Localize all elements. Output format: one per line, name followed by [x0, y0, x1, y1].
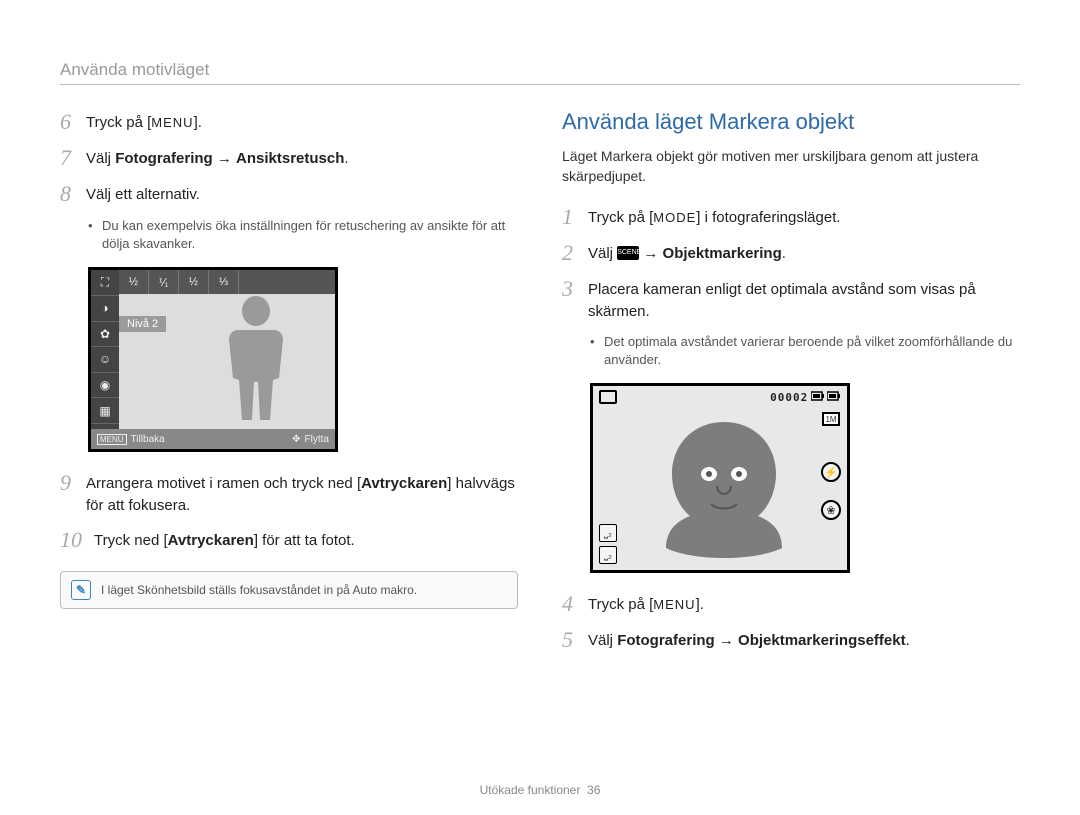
step-9: 9 Arrangera motivet i ramen och tryck ne… [60, 470, 518, 517]
two-column-layout: 6 Tryck på [MENU]. 7 Välj Fotografering … [60, 109, 1020, 663]
step-text: Tryck ned [Avtryckaren] för att ta fotot… [94, 527, 355, 552]
lcd-left-sidebar: ⛶ ◑ ✿ ☺ ◉ ▦ ✋ [91, 270, 119, 449]
section-intro: Läget Markera objekt gör motiven mer urs… [562, 147, 1020, 186]
step-6: 6 Tryck på [MENU]. [60, 109, 518, 135]
bullet-dot: • [88, 217, 102, 253]
move-label: Flytta [305, 434, 329, 445]
step-4: 4 Tryck på [MENU]. [562, 591, 1020, 617]
right-column: Använda läget Markera objekt Läget Marke… [562, 109, 1020, 663]
lcd-icon: ☺ [91, 347, 119, 373]
lcd-bottom-bar: MENU Tillbaka ✥ Flytta [91, 429, 335, 449]
step-8-bullet: •Du kan exempelvis öka inställningen för… [88, 217, 518, 253]
step-number: 10 [60, 527, 94, 553]
resolution-icon: 1M [822, 412, 840, 426]
step-number: 3 [562, 276, 588, 302]
camera-lcd-beauty: ⛶ ◑ ✿ ☺ ◉ ▦ ✋ ½ ⅟₁ ½ ⅓ Nivå 2 [88, 267, 518, 452]
note-text: I läget Skönhetsbild ställs fokusavstånd… [101, 583, 417, 597]
step-number: 2 [562, 240, 588, 266]
step-5: 5 Välj Fotografering → Objektmarkeringse… [562, 627, 1020, 653]
step-number: 9 [60, 470, 86, 496]
footer-page-number: 36 [587, 783, 600, 797]
section-heading: Använda läget Markera objekt [562, 109, 1020, 135]
step-text: Arrangera motivet i ramen och tryck ned … [86, 470, 518, 517]
bracket-icon: ⎵₂ [599, 546, 617, 564]
step-text: Välj Fotografering → Objektmarkeringseff… [588, 627, 910, 652]
note-callout: ✎ I läget Skönhetsbild ställs fokusavstå… [60, 571, 518, 609]
step-1: 1 Tryck på [MODE] i fotograferingsläget. [562, 204, 1020, 230]
battery-icon [811, 391, 841, 401]
retouch-level-icon: ⅟₁ [149, 270, 179, 294]
retouch-level-icon: ½ [119, 270, 149, 294]
camera-lcd-object-highlight: 00002 1M ⚡ ❀ ⎵₂ ⎵₂ [590, 383, 850, 573]
menu-button-label: MENU [653, 597, 695, 612]
bullet-dot: • [590, 333, 604, 369]
macro-icon: ❀ [821, 500, 841, 520]
step-number: 1 [562, 204, 588, 230]
flash-icon: ⚡ [821, 462, 841, 482]
step-3-bullet: •Det optimala avståndet varierar beroend… [590, 333, 1020, 369]
step-text: Välj Fotografering → Ansiktsretusch. [86, 145, 349, 170]
page-footer: Utökade funktioner 36 [0, 783, 1080, 797]
step-8: 8 Välj ett alternativ. [60, 181, 518, 207]
header-rule [60, 84, 1020, 85]
step-10: 10 Tryck ned [Avtryckaren] för att ta fo… [60, 527, 518, 553]
lcd-icon: ⛶ [91, 270, 119, 296]
step-2: 2 Välj SCENE → Objektmarkering. [562, 240, 1020, 266]
left-column: 6 Tryck på [MENU]. 7 Välj Fotografering … [60, 109, 518, 663]
metering-icon [599, 390, 617, 404]
step-7: 7 Välj Fotografering → Ansiktsretusch. [60, 145, 518, 171]
menu-icon: MENU [97, 434, 127, 445]
dpad-icon: ✥ [292, 434, 300, 445]
step-text: Tryck på [MENU]. [588, 591, 704, 616]
note-icon: ✎ [71, 580, 91, 600]
step-text: Välj ett alternativ. [86, 181, 200, 206]
portrait-illustration [629, 408, 819, 568]
mode-button-label: MODE [653, 210, 696, 225]
footer-section: Utökade funktioner [480, 783, 581, 797]
shot-counter: 00002 [770, 391, 808, 404]
step-number: 5 [562, 627, 588, 653]
lcd-right-icons: 1M ⚡ ❀ [821, 412, 841, 520]
page-header: Använda motivläget [60, 60, 1020, 80]
step-number: 4 [562, 591, 588, 617]
lcd-top-bar: 00002 [599, 390, 841, 404]
level-indicator: Nivå 2 [119, 316, 166, 332]
scene-mode-icon: SCENE [617, 246, 639, 260]
manual-page: Använda motivläget 6 Tryck på [MENU]. 7 … [0, 0, 1080, 815]
step-3: 3 Placera kameran enligt det optimala av… [562, 276, 1020, 323]
step-number: 6 [60, 109, 86, 135]
back-label: Tillbaka [131, 434, 165, 445]
menu-button-label: MENU [151, 115, 193, 130]
bracket-icon: ⎵₂ [599, 524, 617, 542]
lcd-left-icons: ⎵₂ ⎵₂ [599, 524, 617, 564]
step-text: Placera kameran enligt det optimala avst… [588, 276, 1020, 323]
lcd-icon: ▦ [91, 398, 119, 424]
step-number: 8 [60, 181, 86, 207]
step-number: 7 [60, 145, 86, 171]
lcd-icon: ◉ [91, 373, 119, 399]
retouch-level-icon: ½ [179, 270, 209, 294]
step-text: Tryck på [MODE] i fotograferingsläget. [588, 204, 841, 229]
step-text: Tryck på [MENU]. [86, 109, 202, 134]
lcd-icon: ◑ [91, 296, 119, 322]
step-text: Välj SCENE → Objektmarkering. [588, 240, 786, 265]
person-silhouette [211, 288, 301, 428]
lcd-icon: ✿ [91, 322, 119, 348]
